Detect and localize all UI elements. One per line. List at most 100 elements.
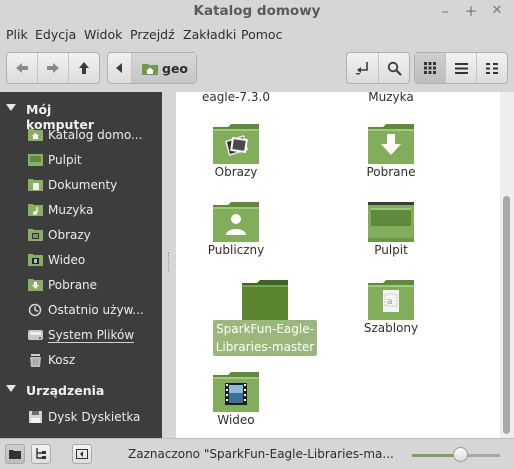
- sidebar-item-documents[interactable]: Dokumenty: [0, 173, 162, 198]
- search-icon: [387, 61, 402, 76]
- list-view-button[interactable]: [446, 53, 477, 83]
- compact-view-button[interactable]: [477, 53, 507, 83]
- file-item-eagle[interactable]: eagle-7.3.0: [181, 92, 291, 106]
- desktop-icon: [28, 154, 43, 166]
- show-tree-button[interactable]: [31, 444, 51, 464]
- sidebar-item-label: Katalog domo...: [48, 128, 143, 142]
- zoom-slider-knob[interactable]: [452, 447, 468, 462]
- view-mode-buttons: [414, 52, 508, 84]
- hide-sidebar-button[interactable]: [72, 444, 92, 464]
- path-label: geo: [162, 60, 189, 76]
- floppy-icon: [29, 411, 42, 423]
- file-label: Pobrane: [366, 165, 416, 179]
- path-button-home[interactable]: geo: [132, 53, 196, 83]
- sidebar-item-pictures[interactable]: Obrazy: [0, 223, 162, 248]
- folder-icon: [242, 280, 288, 320]
- templates-folder-icon: a: [368, 280, 414, 320]
- file-label: SparkFun-Eagle- Libraries-master: [212, 320, 318, 356]
- pictures-folder-icon: [28, 229, 43, 241]
- up-button[interactable]: [69, 53, 99, 83]
- search-button[interactable]: [379, 53, 409, 83]
- file-view: eagle-7.3.0 Muzyka Obrazy Pobrane Public…: [176, 92, 500, 438]
- recent-icon: [28, 303, 42, 317]
- file-item-sparkfun[interactable]: SparkFun-Eagle- Libraries-master: [210, 280, 320, 356]
- file-item-music[interactable]: Muzyka: [336, 92, 446, 106]
- status-bar: Zaznaczono "SparkFun-Eagle-Libraries-ma.…: [0, 438, 514, 469]
- sidebar-item-floppy[interactable]: Dysk Dyskietka: [0, 405, 162, 430]
- arrow-right-icon: [47, 63, 59, 73]
- compact-list-icon: [486, 62, 498, 74]
- sidebar-item-label: Kosz: [48, 353, 76, 367]
- sidebar-item-home[interactable]: Katalog domo...: [0, 123, 162, 148]
- title-bar: Katalog domowy – + ✕: [0, 0, 514, 24]
- file-label: Pulpit: [374, 243, 408, 257]
- minimize-button[interactable]: –: [435, 1, 455, 21]
- documents-folder-icon: [28, 179, 43, 191]
- sidebar-item-trash[interactable]: Kosz: [0, 348, 162, 373]
- path-bar: geo: [107, 52, 197, 84]
- file-item-desktop[interactable]: Pulpit: [336, 202, 446, 259]
- file-item-videos[interactable]: Wideo: [181, 372, 291, 429]
- menu-go[interactable]: Przejdź: [130, 27, 175, 42]
- nav-buttons: [6, 52, 100, 84]
- grip-icon: [168, 252, 171, 272]
- zoom-slider[interactable]: [412, 447, 500, 462]
- sidebar-item-label: Muzyka: [48, 203, 94, 217]
- menu-view[interactable]: Widok: [84, 27, 122, 42]
- forward-button[interactable]: [38, 53, 69, 83]
- file-item-templates[interactable]: a Szablony: [336, 280, 446, 337]
- sidebar-item-videos[interactable]: Wideo: [0, 248, 162, 273]
- tree-icon: [36, 448, 46, 459]
- sidebar-item-desktop[interactable]: Pulpit: [0, 148, 162, 173]
- menu-file[interactable]: Plik: [6, 27, 28, 42]
- sidebar-item-label: Wideo: [48, 253, 86, 267]
- sidebar-item-label: Obrazy: [48, 228, 91, 242]
- menu-edit[interactable]: Edycja: [35, 27, 76, 42]
- sidebar-resize-handle[interactable]: [162, 92, 176, 438]
- file-label: Obrazy: [214, 165, 258, 179]
- sidebar-item-downloads[interactable]: Pobrane: [0, 273, 162, 298]
- file-label: Szablony: [363, 321, 419, 335]
- filesystem-icon: [28, 330, 43, 340]
- menu-bar: Plik Edycja Widok Przejdź Zakładki Pomoc: [0, 24, 514, 46]
- menu-bookmarks[interactable]: Zakładki: [183, 27, 236, 42]
- expander-icon: [6, 385, 16, 392]
- scrollbar-thumb[interactable]: [503, 196, 510, 434]
- file-label: Wideo: [217, 413, 255, 427]
- sidebar-item-recent[interactable]: Ostatnio używ...: [0, 298, 162, 323]
- arrow-left-icon: [16, 63, 28, 73]
- sidebar: Mój komputer Katalog domo... Pulpit Doku…: [0, 92, 162, 438]
- file-item-public[interactable]: Publiczny: [181, 202, 291, 259]
- svg-text:a: a: [387, 297, 393, 307]
- menu-help[interactable]: Pomoc: [241, 27, 282, 42]
- sidebar-item-label: Pobrane: [48, 278, 98, 292]
- file-item-downloads[interactable]: Pobrane: [336, 124, 446, 181]
- grid-icon: [424, 62, 436, 74]
- vertical-scrollbar[interactable]: [500, 92, 514, 438]
- chevron-left-icon: [115, 63, 122, 73]
- back-button[interactable]: [7, 53, 38, 83]
- sidebar-item-music[interactable]: Muzyka: [0, 198, 162, 223]
- videos-folder-icon: [213, 372, 259, 412]
- home-folder-icon: [142, 63, 158, 75]
- icon-view-button[interactable]: [415, 53, 446, 83]
- music-folder-icon: [28, 204, 43, 216]
- file-item-pictures[interactable]: Obrazy: [181, 124, 291, 181]
- toolbar: geo: [0, 46, 514, 92]
- show-places-button[interactable]: [5, 444, 25, 464]
- sidebar-item-label: Ostatnio używ...: [48, 303, 144, 317]
- path-left-button[interactable]: [108, 53, 132, 83]
- close-button[interactable]: ✕: [487, 1, 507, 21]
- file-label: Muzyka: [368, 92, 414, 104]
- maximize-button[interactable]: +: [461, 1, 481, 21]
- folder-icon: [9, 450, 21, 459]
- file-label: eagle-7.3.0: [202, 92, 270, 104]
- section-title: Urządzenia: [26, 383, 105, 398]
- file-label: Publiczny: [207, 243, 265, 257]
- arrow-up-icon: [79, 62, 89, 74]
- sidebar-item-filesystem[interactable]: System Plików: [0, 323, 162, 348]
- downloads-folder-icon: [368, 124, 414, 164]
- expander-icon: [6, 104, 16, 111]
- desktop-icon: [368, 202, 414, 242]
- location-toggle-button[interactable]: [347, 53, 379, 83]
